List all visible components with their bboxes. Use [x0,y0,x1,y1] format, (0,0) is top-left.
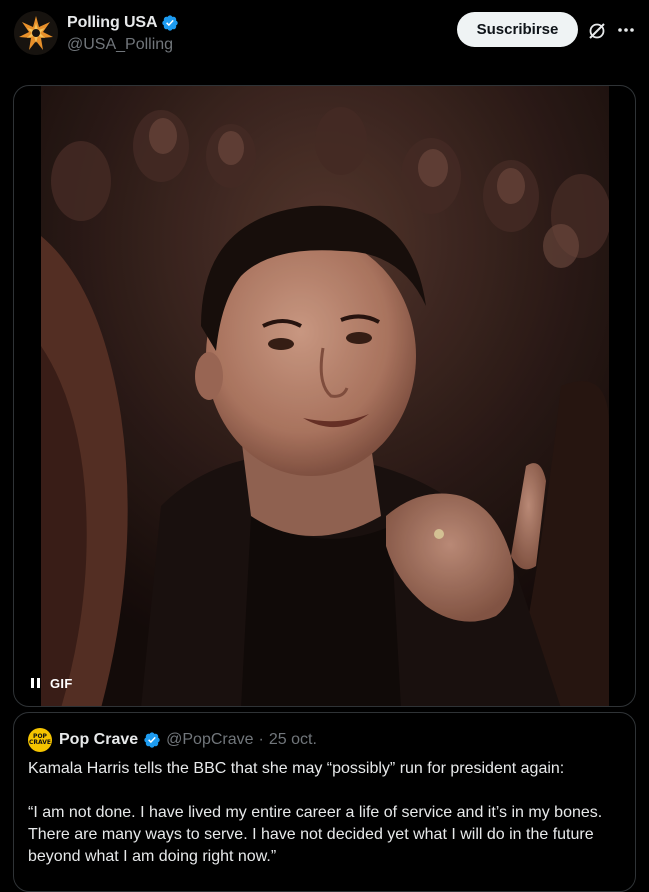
polling-usa-logo-icon [14,11,58,55]
quoted-tweet-date[interactable]: 25 oct. [269,731,317,749]
more-horizontal-icon [618,28,634,32]
media-card[interactable]: GIF [13,85,636,707]
gif-controls: GIF [31,674,73,692]
subscribe-button[interactable]: Suscribirse [457,12,578,47]
gif-badge: GIF [50,675,73,691]
author-handle[interactable]: @USA_Polling [67,36,173,54]
tweet-header: Polling USA @USA_Polling Suscribirse [0,0,649,72]
verified-badge-icon [144,732,160,748]
gif-frame-illustration [41,86,609,706]
author-display-name[interactable]: Polling USA [67,14,158,32]
gif-image[interactable] [41,86,609,706]
author-avatar[interactable] [14,11,58,55]
quoted-tweet[interactable]: POP CRAVE Pop Crave @PopCrave · 25 oct. … [13,712,636,892]
quoted-tweet-text: Kamala Harris tells the BBC that she may… [28,760,603,865]
grok-button[interactable] [586,20,608,42]
grok-icon [589,23,605,39]
more-options-button[interactable] [614,20,638,40]
meta-separator: · [258,731,264,748]
quoted-author-handle[interactable]: @PopCrave [166,731,253,749]
pause-icon[interactable] [31,678,40,688]
quoted-tweet-header: POP CRAVE Pop Crave @PopCrave · 25 oct. [28,728,317,752]
quoted-author-avatar[interactable]: POP CRAVE [28,728,52,752]
verified-badge-icon [162,15,179,31]
quoted-avatar-logo: POP CRAVE [28,733,51,746]
quoted-author-display-name[interactable]: Pop Crave [59,731,138,749]
author-name-row[interactable]: Polling USA [67,13,179,33]
